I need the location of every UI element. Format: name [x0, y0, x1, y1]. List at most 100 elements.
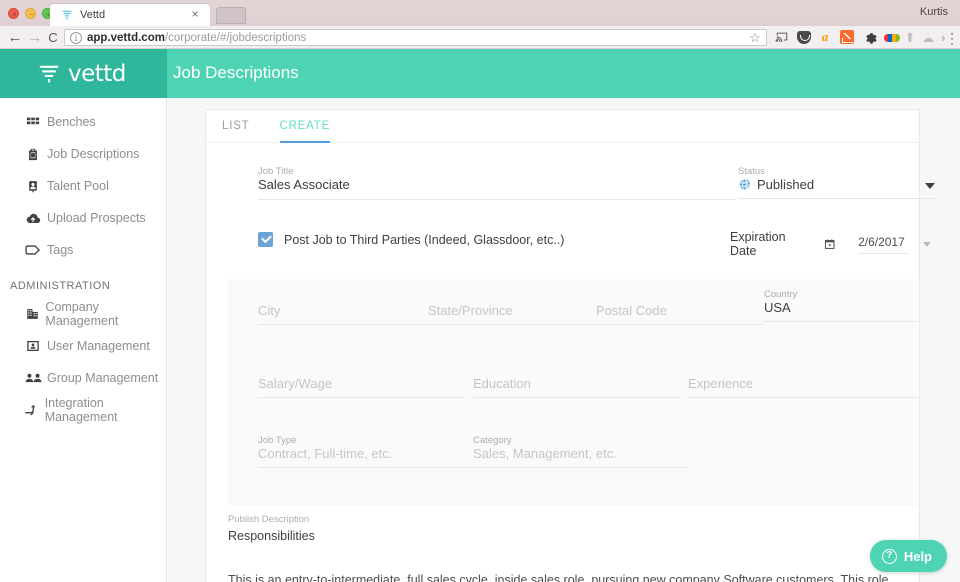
close-icon[interactable]: × [188, 7, 202, 21]
experience-placeholder: Experience [688, 376, 921, 398]
sidebar-item-tags[interactable]: Tags [0, 234, 166, 266]
browser-tab[interactable]: Vettd × [50, 4, 210, 26]
new-tab-button[interactable] [216, 7, 246, 24]
content-area: LIST CREATE Job Title Sales Associate St… [167, 98, 960, 582]
address-bar-url: app.vettd.com/corporate/#/jobdescription… [87, 31, 306, 46]
post-third-parties-row[interactable]: Post Job to Third Parties (Indeed, Glass… [258, 232, 564, 247]
publish-description-heading[interactable]: Responsibilities [228, 529, 918, 543]
chrome-menu-icon[interactable]: ⋮ [944, 30, 960, 46]
user-card-icon [22, 338, 44, 354]
browser-tab-title: Vettd [80, 9, 106, 21]
people-group-icon [22, 370, 44, 386]
sidebar-item-user-management[interactable]: User Management [0, 330, 166, 362]
post-third-parties-label: Post Job to Third Parties (Indeed, Glass… [284, 232, 565, 247]
status-label: Status [738, 166, 765, 177]
tab-create[interactable]: CREATE [279, 110, 331, 143]
status-value: Published [757, 177, 815, 192]
grid-icon [22, 114, 44, 130]
card-tabs: LIST CREATE [206, 110, 921, 143]
city-field[interactable]: City [258, 303, 452, 325]
pocket-icon[interactable] [796, 30, 812, 46]
job-type-label: Job Type [258, 435, 297, 446]
gear-icon[interactable] [862, 30, 878, 46]
country-label: Country [764, 289, 798, 300]
sidebar-item-job-descriptions[interactable]: Job Descriptions [0, 138, 166, 170]
expiration-date-label: Expiration Date [730, 230, 786, 258]
active-tab-underline [279, 140, 331, 143]
integration-branch-icon [22, 402, 42, 418]
category-field[interactable]: Category Sales, Management, etc. [473, 435, 688, 468]
chevron-down-small-icon[interactable] [922, 241, 931, 247]
page-info-icon[interactable]: i [70, 32, 82, 44]
forward-arrow-icon[interactable]: → [26, 29, 44, 47]
sidebar-item-label: Group Management [47, 371, 159, 385]
tag-icon [22, 242, 44, 258]
sidebar-item-upload-prospects[interactable]: Upload Prospects [0, 202, 166, 234]
sidebar-item-talent-pool[interactable]: Talent Pool [0, 170, 166, 202]
country-field[interactable]: Country USA [764, 289, 921, 322]
window-close-glyph: × [12, 10, 17, 19]
tab-list[interactable]: LIST [222, 110, 250, 143]
help-button-label: Help [903, 548, 932, 564]
address-bar[interactable]: i app.vettd.com/corporate/#/jobdescripti… [64, 29, 767, 46]
cast-icon[interactable] [774, 30, 790, 46]
job-description-card: LIST CREATE Job Title Sales Associate St… [205, 109, 935, 582]
app-header: vettd Job Descriptions ABC COMPANY [0, 49, 960, 132]
id-badge-icon [22, 178, 44, 194]
back-arrow-icon[interactable]: ← [6, 29, 24, 47]
country-value[interactable]: USA [764, 300, 921, 322]
post-third-parties-checkbox[interactable] [258, 232, 273, 247]
state-province-field[interactable]: State/Province [428, 303, 596, 325]
sidebar-item-group-management[interactable]: Group Management [0, 362, 166, 394]
calendar-icon[interactable] [824, 237, 835, 251]
reload-icon[interactable]: C [44, 29, 62, 47]
sidebar-item-integration-management[interactable]: Integration Management [0, 394, 166, 426]
help-button[interactable]: ? Help [869, 540, 947, 572]
globe-public-icon [738, 178, 751, 191]
window-close-button[interactable]: × [8, 8, 19, 19]
bookmark-star-icon[interactable]: ☆ [748, 31, 762, 45]
salary-wage-placeholder: Salary/Wage [258, 376, 466, 398]
gear-glyph [866, 33, 877, 44]
sidebar-item-company-management[interactable]: Company Management [0, 298, 166, 330]
postal-code-field[interactable]: Postal Code [596, 303, 764, 325]
window-user-label: Kurtis [919, 6, 948, 18]
publish-description-section: Publish Description Responsibilities Thi… [228, 514, 918, 582]
experience-field[interactable]: Experience [688, 376, 921, 398]
sidebar-item-label: Job Descriptions [47, 147, 140, 161]
salary-wage-field[interactable]: Salary/Wage [258, 376, 466, 398]
job-title-value[interactable]: Sales Associate [258, 177, 736, 200]
sidebar-item-label: User Management [47, 339, 150, 353]
status-select[interactable]: Published [738, 177, 935, 199]
sidebar-item-label: Integration Management [44, 396, 118, 424]
location-compensation-panel: City State/Province Postal Code Country … [228, 279, 921, 506]
chevron-down-icon[interactable] [925, 183, 935, 189]
publish-description-body[interactable]: This is an entry-to-intermediate, full s… [228, 569, 894, 582]
window-minimize-button[interactable]: − [25, 8, 36, 19]
job-type-field[interactable]: Job Type Contract, Full-time, etc. [258, 435, 473, 468]
clipboard-icon [22, 146, 44, 162]
category-label: Category [473, 435, 512, 446]
chart-extension-icon[interactable] [840, 30, 856, 46]
window-controls: × − + [8, 8, 53, 19]
sidebar: Benches Job Descriptions Talent Pool Upl… [0, 98, 167, 582]
building-icon [22, 306, 42, 322]
upload-icon[interactable]: ⬆ [902, 30, 918, 46]
browser-titlebar: × − + Vettd × Kurtis [0, 0, 960, 26]
status-field[interactable]: Status Published [738, 166, 935, 199]
sidebar-item-label: Benches [47, 115, 96, 129]
job-title-field[interactable]: Job Title Sales Associate [258, 166, 736, 200]
expiration-date-value[interactable]: 2/6/2017 [858, 235, 909, 254]
amazon-icon[interactable]: a [818, 30, 834, 46]
expiration-date-row[interactable]: Expiration Date 2/6/2017 [730, 230, 931, 258]
brand-logo-block[interactable]: vettd [0, 49, 167, 98]
tab-list-label: LIST [222, 119, 250, 132]
category-placeholder: Sales, Management, etc. [473, 446, 688, 468]
sidebar-item-label: Talent Pool [47, 179, 109, 193]
sidebar-item-benches[interactable]: Benches [0, 106, 166, 138]
education-field[interactable]: Education [473, 376, 681, 398]
ebay-icon[interactable] [884, 30, 900, 46]
sidebar-item-label: Company Management [45, 300, 119, 328]
page-title: Job Descriptions [173, 63, 299, 82]
vettd-favicon [62, 10, 72, 20]
